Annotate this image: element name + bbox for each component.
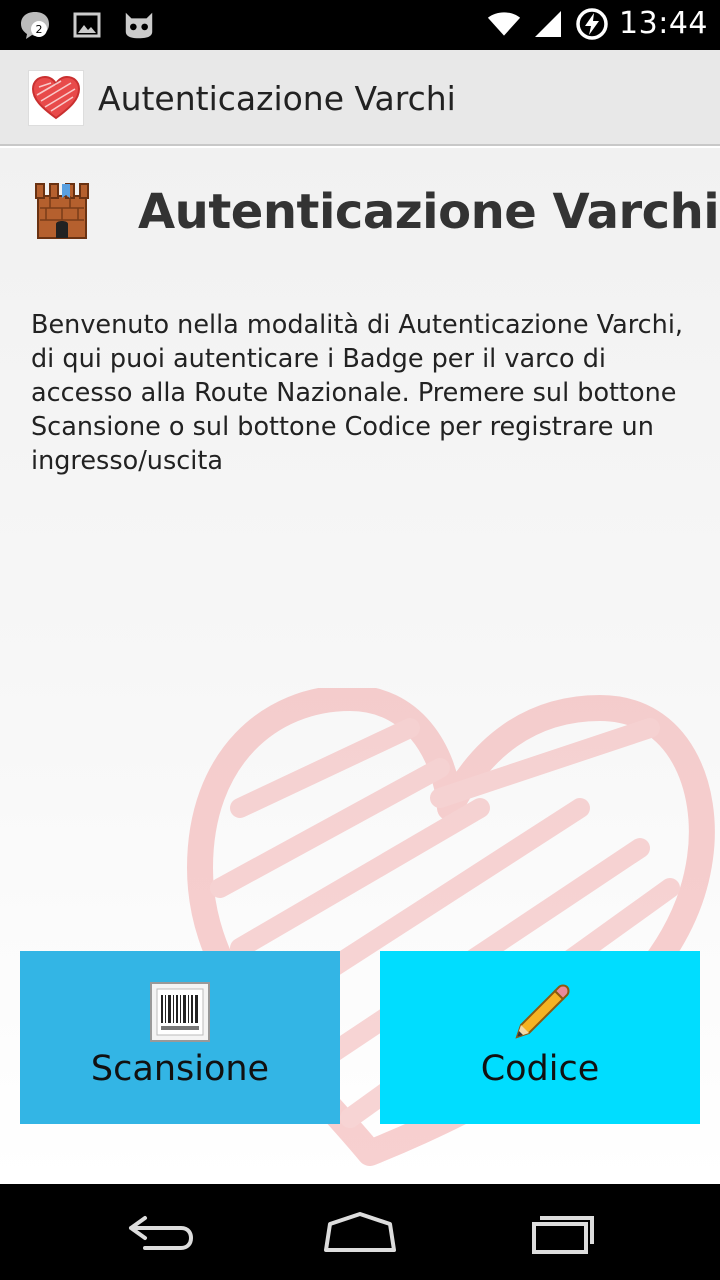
notification-count: 2 [36,23,43,36]
wifi-icon [487,7,521,41]
scan-button-label: Scansione [90,1049,270,1089]
heart-icon[interactable] [28,70,84,126]
action-bar: Autenticazione Varchi [0,50,720,146]
clock: 13:44 [619,6,708,41]
recent-apps-icon[interactable] [515,1208,605,1256]
code-button-label: Codice [480,1049,600,1089]
scan-button[interactable]: Scansione [20,951,340,1124]
notification-icons: 2 [18,8,156,42]
description-text: Benvenuto nella modalità di Autenticazio… [31,310,684,476]
system-icons: 13:44 [487,6,708,41]
status-bar: 2 13:44 [0,0,720,50]
pencil-icon [509,981,571,1043]
back-icon[interactable] [115,1208,205,1256]
signal-icon [531,7,565,41]
app-title: Autenticazione Varchi [98,79,456,118]
battery-charging-icon [575,7,609,41]
main-content: Autenticazione Varchi Benvenuto nella mo… [0,148,720,1184]
chat-notification-icon: 2 [18,8,52,42]
code-button[interactable]: Codice [380,951,700,1124]
image-icon [70,8,104,42]
robot-icon [122,8,156,42]
home-icon[interactable] [315,1208,405,1256]
navigation-bar [0,1184,720,1280]
barcode-icon [149,981,211,1043]
page-title: Autenticazione Varchi [138,184,720,240]
castle-icon [30,178,94,242]
